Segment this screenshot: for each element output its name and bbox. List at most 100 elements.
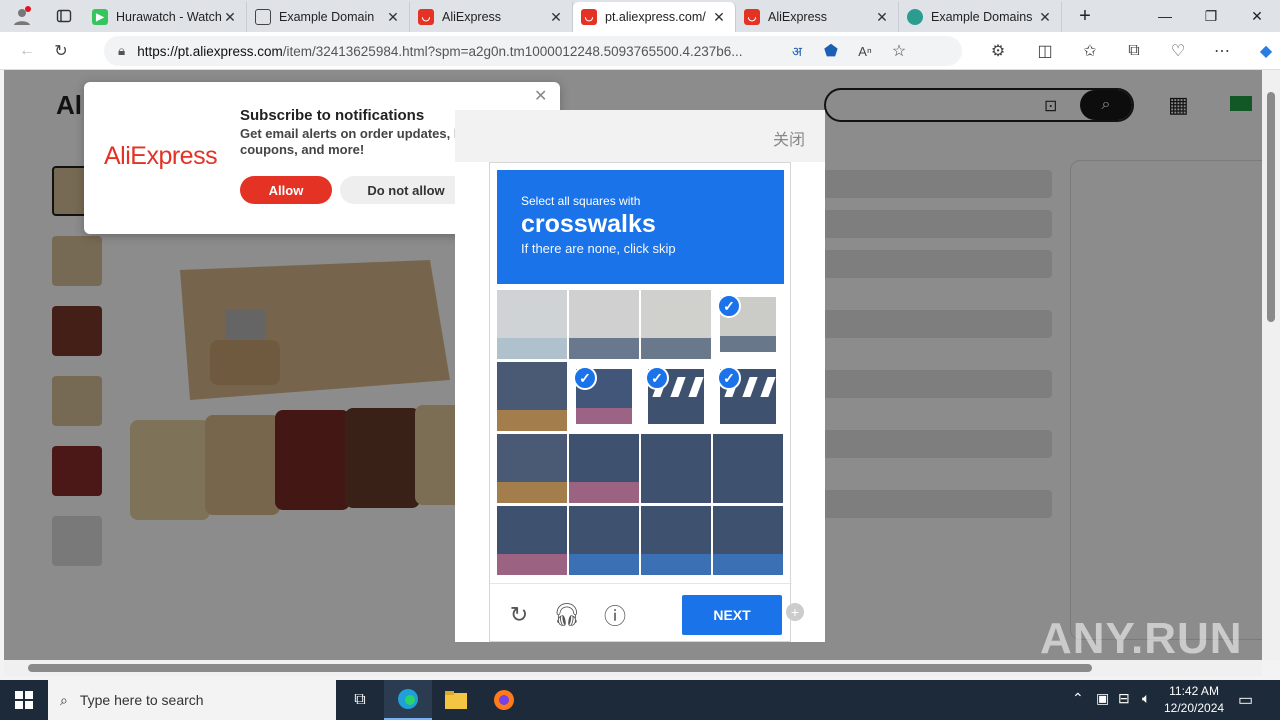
tab-aliexpress-2[interactable]: ◡ AliExpress ✕ [736,2,899,32]
captcha-tile[interactable] [497,506,567,575]
tab-example-domains[interactable]: Example Domains ✕ [899,2,1062,32]
copilot-icon[interactable]: ◆ [1244,36,1280,66]
close-tab-icon[interactable]: ✕ [711,9,727,26]
captcha-tile[interactable] [641,506,711,575]
translate-icon[interactable]: अ [780,36,814,66]
extensions-icon[interactable]: ⚙ [974,36,1022,66]
new-tab-button[interactable]: + [1062,0,1108,32]
next-button[interactable]: NEXT [682,595,782,635]
vertical-scroll-thumb[interactable] [1267,92,1275,322]
minimize-button[interactable]: — [1142,0,1188,32]
captcha-tile[interactable] [713,506,783,575]
tab-title: AliExpress [442,10,502,24]
close-window-button[interactable]: ✕ [1234,0,1280,32]
taskbar-search-box[interactable]: ⌕ Type here to search [48,680,336,720]
captcha-footer: ↻ 🎧︎ ⓘ NEXT [490,583,792,643]
target-object: crosswalks [521,210,656,238]
browser-tab-strip: ▶ Hurawatch - Watch ✕ Example Domain ✕ ◡… [0,0,1280,32]
start-button[interactable] [0,680,48,720]
captcha-tile[interactable] [497,290,567,359]
allow-button[interactable]: Allow [240,176,332,204]
firefox-icon[interactable] [480,680,528,720]
captcha-tile-image [497,434,567,503]
back-icon[interactable]: ← [10,36,44,66]
close-tab-icon[interactable]: ✕ [385,9,401,26]
network-icon[interactable]: ▣ [1096,690,1109,707]
more-menu-icon[interactable]: ⋯ [1200,36,1244,66]
captcha-tile[interactable] [569,434,639,503]
captcha-tile-image [713,434,783,503]
captcha-tile-image [713,506,783,575]
captcha-tile[interactable]: ✓ [569,362,639,431]
tab-aliexpress-1[interactable]: ◡ AliExpress ✕ [410,2,573,32]
extension-shield-icon[interactable]: ⬟ [814,36,848,66]
tab-title: Hurawatch - Watch [116,10,222,24]
file-explorer-icon[interactable] [432,680,480,720]
modal-close-button[interactable]: 关闭 [773,126,805,150]
hurawatch-favicon-icon: ▶ [92,9,108,25]
captcha-tile[interactable] [497,362,567,431]
close-tab-icon[interactable]: ✕ [548,9,564,26]
read-aloud-icon[interactable]: Aⁿ [848,36,882,66]
aliexpress-favicon-icon: ◡ [581,9,597,25]
volume-icon[interactable]: 🔈︎ [1142,690,1150,707]
captcha-tile[interactable]: ✓ [713,290,783,359]
browser-toolbar: ← ↻ 🔒︎ https://pt.aliexpress.com/item/32… [0,32,1280,70]
aliexpress-favicon-icon: ◡ [744,9,760,25]
captcha-tile[interactable] [569,506,639,575]
tab-example-domain[interactable]: Example Domain ✕ [247,2,410,32]
tab-hurawatch[interactable]: ▶ Hurawatch - Watch ✕ [84,2,247,32]
clock-time: 11:42 AM [1169,684,1219,698]
captcha-tile[interactable] [641,434,711,503]
tab-aliexpress-active[interactable]: ◡ pt.aliexpress.com/ ✕ [573,2,736,32]
reload-icon[interactable]: ↻ [506,602,532,628]
ethernet-icon[interactable]: ⊟ [1118,690,1130,707]
captcha-tile[interactable] [569,290,639,359]
clock-date: 12/20/2024 [1164,701,1225,715]
url-host: https://pt.aliexpress.com [137,43,283,59]
info-icon[interactable]: ⓘ [602,602,628,629]
notifications-icon[interactable]: ▭ [1238,690,1253,710]
selected-check-icon: ✓ [645,366,669,390]
refresh-icon[interactable]: ↻ [44,36,78,66]
taskbar-search-placeholder: Type here to search [79,692,204,708]
favorites-icon[interactable]: ✩ [1068,36,1112,66]
browser-essentials-icon[interactable]: ♡ [1156,36,1200,66]
captcha-tile[interactable] [497,434,567,503]
close-tab-icon[interactable]: ✕ [874,9,890,26]
do-not-allow-button[interactable]: Do not allow [340,176,472,204]
collections-icon[interactable]: ⧉ [1112,36,1156,66]
profile-icon[interactable] [0,1,44,31]
selected-check-icon: ✓ [717,294,741,318]
selected-check-icon: ✓ [717,366,741,390]
captcha-tile[interactable] [713,434,783,503]
close-tab-icon[interactable]: ✕ [222,9,238,26]
plus-icon[interactable]: + [786,603,804,621]
aliexpress-logo: AliExpress [104,142,218,170]
windows-logo-icon [15,691,33,709]
tab-title: pt.aliexpress.com/ [605,10,706,24]
task-view-icon[interactable]: ⧉ [336,680,384,720]
captcha-tile-image [497,506,567,575]
vertical-scrollbar[interactable] [1262,70,1280,660]
close-icon[interactable]: ✕ [534,86,547,106]
captcha-instruction-banner: Select all squares with crosswalks If th… [497,170,784,284]
restore-button[interactable]: ❐ [1188,0,1234,32]
url-path: /item/32413625984.html?spm=a2g0n.tm10000… [282,43,743,59]
favorite-star-icon[interactable]: ☆ [882,36,916,66]
show-hidden-icons-icon[interactable]: ⌃ [1072,690,1084,707]
split-screen-icon[interactable]: ◫ [1022,36,1068,66]
edge-taskbar-icon[interactable] [384,680,432,720]
windows-taskbar: ⌕ Type here to search ⧉ ⌃ ▣ ⊟ 🔈︎ 11:42 A… [0,680,1280,720]
tab-title: Example Domains [931,10,1033,24]
captcha-tile[interactable]: ✓ [713,362,783,431]
anyrun-watermark: ANY.RUN [1040,614,1243,663]
close-tab-icon[interactable]: ✕ [1037,9,1053,26]
tab-actions-icon[interactable] [44,1,84,31]
system-clock[interactable]: 11:42 AM 12/20/2024 [1164,683,1224,717]
captcha-tile[interactable]: ✓ [641,362,711,431]
captcha-tile[interactable] [641,290,711,359]
captcha-tile-image [497,362,567,431]
audio-challenge-icon[interactable]: 🎧︎ [553,602,581,628]
horizontal-scroll-thumb[interactable] [28,664,1092,672]
